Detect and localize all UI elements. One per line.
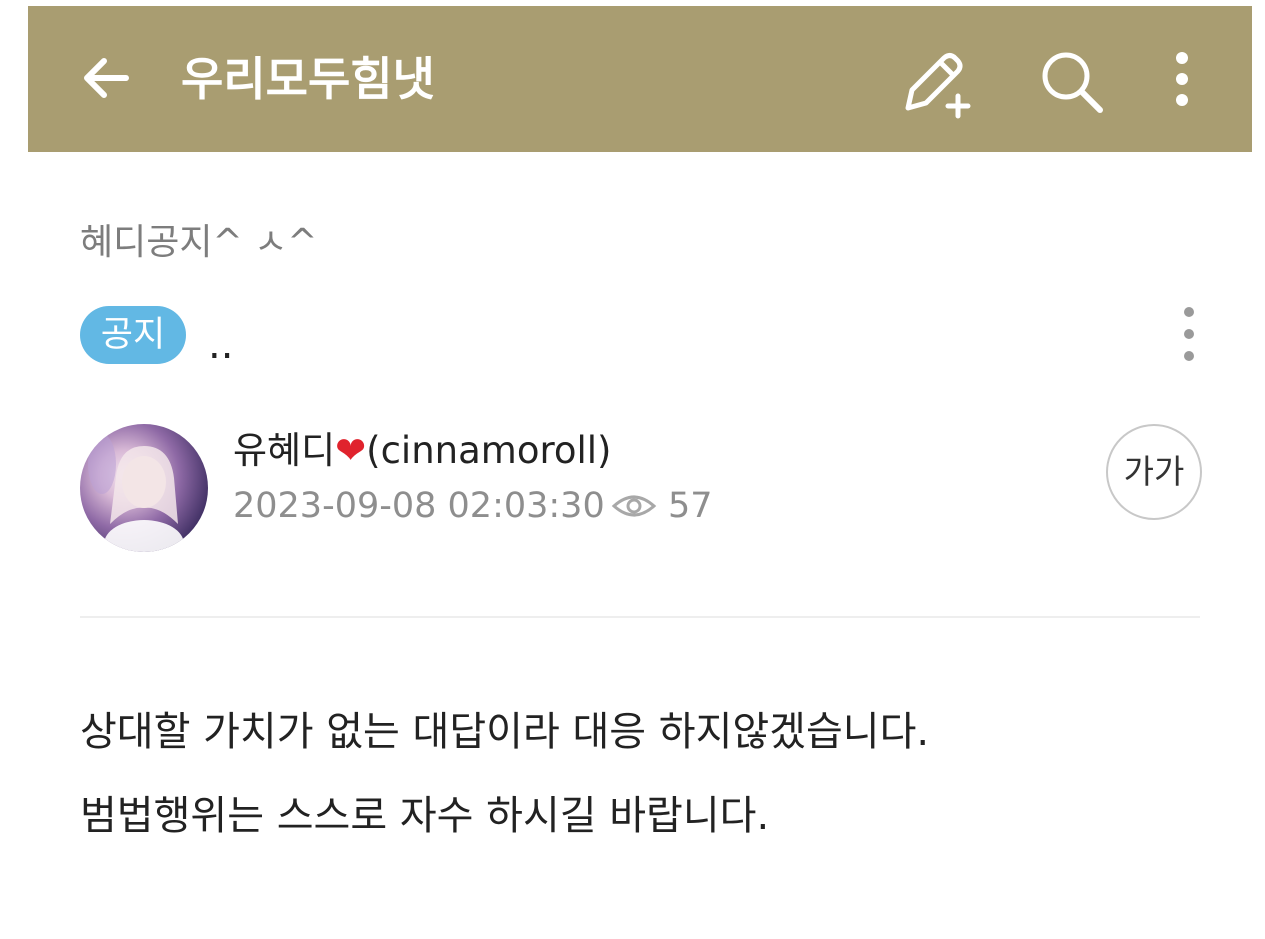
cafe-title: 우리모두힘냇 [181, 52, 435, 106]
post-date: 2023-09-08 02:03:30 [233, 486, 605, 526]
search-icon[interactable] [1034, 44, 1110, 120]
author-name-suffix: (cinnamoroll) [366, 429, 612, 472]
vertical-ellipsis-icon[interactable] [1152, 44, 1212, 120]
eye-icon [611, 488, 657, 524]
pencil-plus-icon[interactable] [896, 44, 972, 120]
view-count: 57 [668, 486, 713, 526]
post-menu-icon[interactable] [1166, 304, 1212, 364]
heart-icon: ❤ [335, 429, 367, 472]
post-body: 상대할 가치가 없는 대답이라 대응 하지않겠습니다. 범법행위는 스스로 자수… [80, 690, 1200, 858]
arrow-left-icon[interactable] [78, 48, 138, 108]
post-body-line: 범법행위는 스스로 자수 하시길 바랍니다. [80, 793, 770, 839]
avatar[interactable] [80, 424, 208, 552]
author-name[interactable]: 유혜디❤(cinnamoroll) [233, 426, 611, 476]
app-header: 우리모두힘냇 [28, 6, 1252, 152]
font-size-button[interactable]: 가가 [1106, 424, 1202, 520]
divider [80, 616, 1200, 618]
board-name[interactable]: 혜디공지^ ㅅ^ [80, 216, 317, 270]
post-body-line: 상대할 가치가 없는 대답이라 대응 하지않겠습니다. [80, 709, 930, 755]
post-title: .. [208, 322, 234, 368]
notice-badge: 공지 [80, 306, 186, 364]
author-name-prefix: 유혜디 [233, 429, 336, 472]
